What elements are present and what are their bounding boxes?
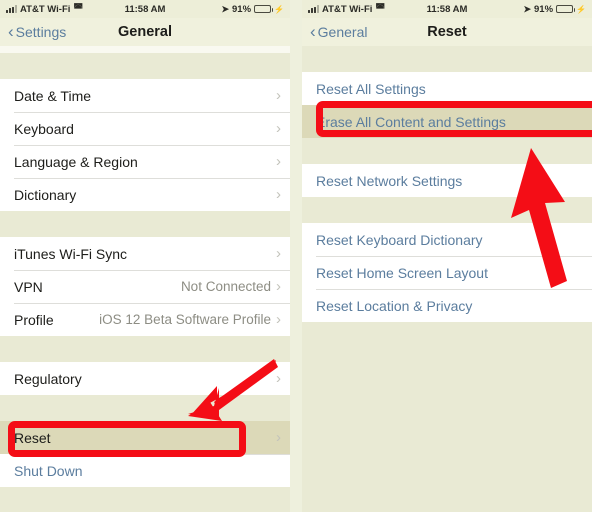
row-label: Profile [14,311,54,328]
back-button-label: General [317,24,368,40]
list-item[interactable]: Dictionary › [0,178,290,211]
location-arrow-icon: ➤ [523,3,532,14]
group-gap [0,53,290,79]
location-arrow-icon: ➤ [221,3,230,14]
list-item-reset-home-screen-layout[interactable]: Reset Home Screen Layout [302,256,592,289]
battery-percent-label: 91% [232,3,252,15]
nav-bar-left: ‹ Settings General [0,18,290,46]
chevron-right-icon: › [276,311,281,328]
chevron-right-icon: › [276,186,281,203]
status-bar-right: AT&T Wi-Fi ◚ 11:58 AM ➤ 91% ⚡ [302,0,592,18]
back-button-label: Settings [15,24,67,40]
chevron-right-icon: › [276,120,281,137]
list-group-sync: iTunes Wi-Fi Sync › VPN Not Connected › … [0,237,290,336]
settings-list-left[interactable]: Date & Time › Keyboard › Language & Regi… [0,46,290,512]
list-group-reset-primary: Reset All Settings Erase All Content and… [302,72,592,138]
nav-bar-right: ‹ General Reset [302,18,592,46]
list-item-reset-all-settings[interactable]: Reset All Settings [302,72,592,105]
row-label: Reset Home Screen Layout [316,264,488,281]
group-gap [0,395,290,421]
row-label: Reset Network Settings [316,172,463,189]
chevron-right-icon: › [276,278,281,295]
list-item-reset[interactable]: Reset › [0,421,290,454]
row-label: VPN [14,278,43,295]
left-screen: AT&T Wi-Fi ◚ 11:58 AM ➤ 91% ⚡ ‹ Settings… [0,0,290,512]
list-group-reset: Reset › Shut Down [0,421,290,487]
right-screen: AT&T Wi-Fi ◚ 11:58 AM ➤ 91% ⚡ ‹ General … [302,0,592,512]
list-item-erase-all-content[interactable]: Erase All Content and Settings [302,105,592,138]
charging-bolt-icon: ⚡ [274,4,284,14]
back-button-general[interactable]: ‹ General [310,22,368,41]
group-gap [0,211,290,237]
row-value: Not Connected [180,279,271,294]
list-item[interactable]: Profile iOS 12 Beta Software Profile › [0,303,290,336]
status-right-group: ➤ 91% ⚡ [523,4,586,15]
list-group-network: Reset Network Settings [302,164,592,197]
charging-bolt-icon: ⚡ [576,4,586,14]
row-label: Language & Region [14,153,138,170]
battery-icon [556,5,576,13]
status-right-group: ➤ 91% ⚡ [221,4,284,15]
battery-percent-label: 91% [534,3,554,15]
row-label: Date & Time [14,87,92,104]
group-gap [302,197,592,223]
list-item[interactable]: iTunes Wi-Fi Sync › [0,237,290,270]
row-label: Reset Location & Privacy [316,297,473,314]
list-item[interactable]: Keyboard › [0,112,290,145]
screen-divider [290,0,302,512]
chevron-right-icon: › [276,370,281,387]
row-label: Reset All Settings [316,80,426,97]
chevron-right-icon: › [276,245,281,262]
chevron-left-icon: ‹ [8,22,14,41]
list-item-shut-down[interactable]: Shut Down [0,454,290,487]
back-button-settings[interactable]: ‹ Settings [8,22,67,41]
row-label: Shut Down [14,462,83,479]
row-value: iOS 12 Beta Software Profile [99,312,271,327]
row-label: Reset [14,429,51,446]
status-bar-left: AT&T Wi-Fi ◚ 11:58 AM ➤ 91% ⚡ [0,0,290,18]
group-gap [302,138,592,164]
list-group-datetime: Date & Time › Keyboard › Language & Regi… [0,79,290,211]
row-label: Reset Keyboard Dictionary [316,231,483,248]
dual-screenshot: AT&T Wi-Fi ◚ 11:58 AM ➤ 91% ⚡ ‹ Settings… [0,0,592,512]
list-item-reset-location-privacy[interactable]: Reset Location & Privacy [302,289,592,322]
chevron-right-icon: › [276,87,281,104]
battery-icon [254,5,274,13]
scrolled-row-peek [0,46,290,53]
list-item-reset-network-settings[interactable]: Reset Network Settings [302,164,592,197]
list-item[interactable]: Regulatory › [0,362,290,395]
row-label: iTunes Wi-Fi Sync [14,245,128,262]
chevron-left-icon: ‹ [310,22,316,41]
row-label: Dictionary [14,186,77,203]
group-gap [302,46,592,72]
list-item[interactable]: VPN Not Connected › [0,270,290,303]
group-gap [0,336,290,362]
list-item[interactable]: Language & Region › [0,145,290,178]
list-item-reset-keyboard-dictionary[interactable]: Reset Keyboard Dictionary [302,223,592,256]
list-group-other-resets: Reset Keyboard Dictionary Reset Home Scr… [302,223,592,322]
list-group-regulatory: Regulatory › [0,362,290,395]
row-label: Keyboard [14,120,74,137]
chevron-right-icon: › [276,429,281,446]
list-item[interactable]: Date & Time › [0,79,290,112]
row-label: Erase All Content and Settings [316,113,506,130]
chevron-right-icon: › [276,153,281,170]
settings-list-right[interactable]: Reset All Settings Erase All Content and… [302,46,592,512]
row-label: Regulatory [14,370,82,387]
